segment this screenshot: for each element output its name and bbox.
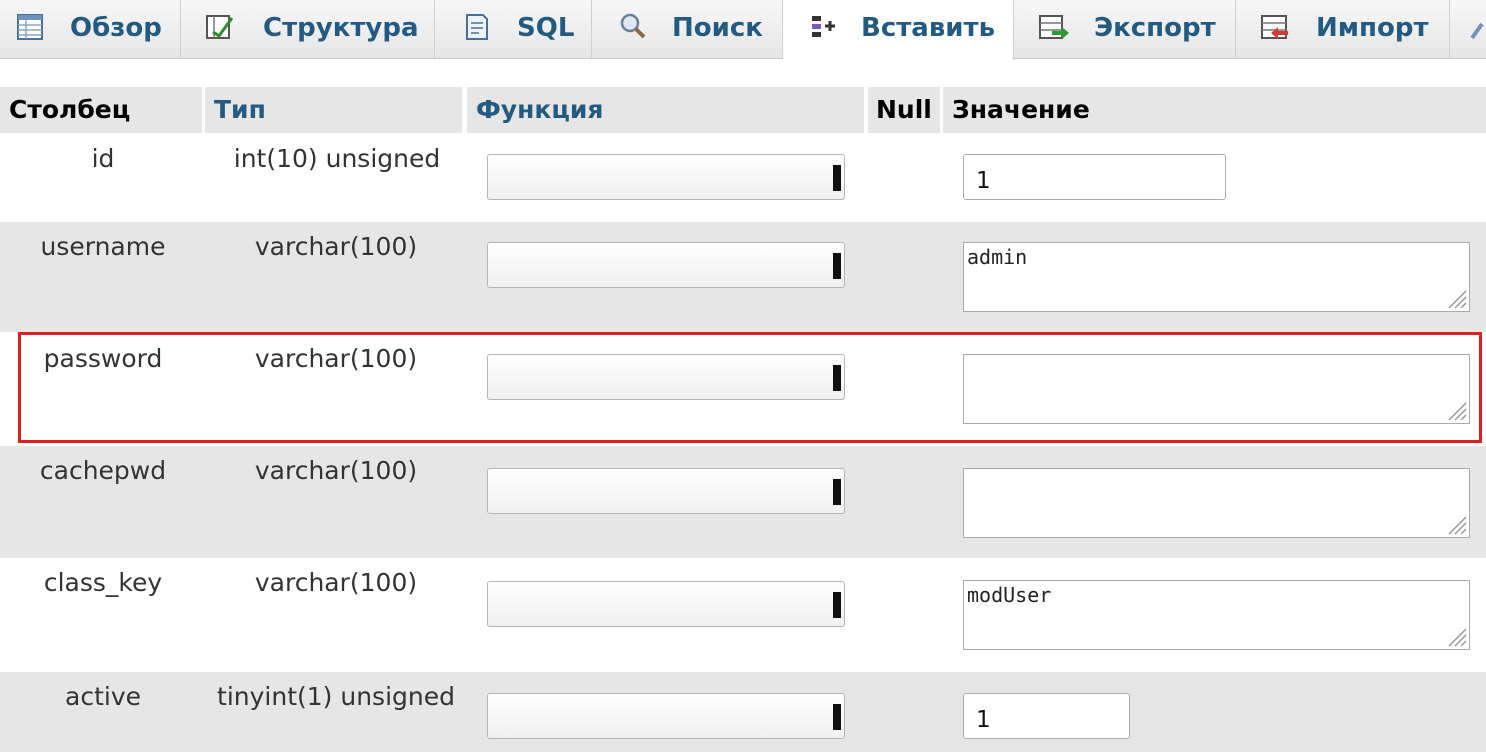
function-select[interactable] bbox=[487, 154, 845, 200]
chevron-down-icon bbox=[833, 704, 841, 730]
tab-search-label: Поиск bbox=[672, 13, 763, 43]
resize-grip-icon[interactable] bbox=[1445, 513, 1467, 535]
table-row: class_key varchar(100) modUser bbox=[0, 560, 1486, 670]
function-select[interactable] bbox=[487, 468, 845, 514]
column-type: varchar(100) bbox=[254, 568, 418, 597]
tab-more[interactable] bbox=[1450, 0, 1486, 58]
tab-sql[interactable]: SQL bbox=[435, 0, 592, 58]
tab-browse-label: Обзор bbox=[70, 13, 162, 43]
column-name: class_key bbox=[43, 568, 163, 597]
function-select[interactable] bbox=[487, 242, 845, 288]
header-function[interactable]: Функция bbox=[476, 95, 603, 124]
table-row: username varchar(100) admin bbox=[0, 222, 1486, 332]
column-name: username bbox=[40, 232, 166, 261]
structure-icon bbox=[205, 12, 234, 42]
tab-insert[interactable]: Вставить bbox=[783, 0, 1014, 60]
wrench-icon bbox=[1468, 12, 1486, 42]
chevron-down-icon bbox=[833, 479, 841, 505]
tab-structure-label: Структура bbox=[263, 13, 419, 43]
value-text: modUser bbox=[967, 583, 1052, 607]
header-null-cell: Null bbox=[868, 87, 940, 133]
column-name: id bbox=[91, 144, 115, 173]
value-textarea[interactable]: modUser bbox=[963, 580, 1470, 650]
tab-insert-label: Вставить bbox=[861, 13, 996, 43]
header-column: Столбец bbox=[9, 95, 131, 124]
header-column-cell: Столбец bbox=[0, 87, 202, 133]
tab-import-label: Импорт bbox=[1316, 13, 1429, 43]
value-textarea[interactable] bbox=[963, 468, 1470, 538]
insert-row-icon bbox=[809, 12, 837, 42]
column-name: active bbox=[65, 682, 141, 711]
column-type: varchar(100) bbox=[254, 232, 418, 261]
column-type: int(10) unsigned bbox=[233, 144, 441, 173]
tab-export-label: Экспорт bbox=[1094, 13, 1216, 43]
sql-document-icon bbox=[461, 12, 489, 42]
resize-grip-icon[interactable] bbox=[1445, 287, 1467, 309]
table-row: active tinyint(1) unsigned 1 bbox=[0, 672, 1486, 752]
header-function-cell: Функция bbox=[467, 87, 864, 133]
value-input[interactable]: 1 bbox=[963, 693, 1130, 739]
chevron-down-icon bbox=[833, 165, 841, 191]
value-input[interactable]: 1 bbox=[963, 154, 1226, 200]
table-row: id int(10) unsigned 1 bbox=[0, 134, 1486, 220]
tab-bar: Обзор Структура SQL Поиск Вставить Экспо… bbox=[0, 0, 1486, 60]
tab-search[interactable]: Поиск bbox=[592, 0, 783, 58]
tab-export[interactable]: Экспорт bbox=[1014, 0, 1236, 58]
import-icon bbox=[1260, 12, 1288, 42]
tab-structure[interactable]: Структура bbox=[181, 0, 435, 58]
header-type-cell: Тип bbox=[205, 87, 462, 133]
chevron-down-icon bbox=[833, 253, 841, 279]
tab-import[interactable]: Импорт bbox=[1236, 0, 1450, 58]
resize-grip-icon[interactable] bbox=[1445, 625, 1467, 647]
column-type: tinyint(1) unsigned bbox=[217, 682, 455, 711]
tab-sql-label: SQL bbox=[517, 13, 575, 43]
value-text: admin bbox=[967, 245, 1028, 269]
function-select[interactable] bbox=[487, 581, 845, 627]
password-row-highlight bbox=[18, 332, 1482, 443]
browse-table-icon bbox=[16, 12, 44, 42]
column-type: varchar(100) bbox=[254, 456, 418, 485]
header-value: Значение bbox=[952, 95, 1090, 124]
function-select[interactable] bbox=[487, 693, 845, 739]
value-textarea[interactable]: admin bbox=[963, 242, 1470, 312]
header-type[interactable]: Тип bbox=[214, 95, 266, 124]
tab-browse[interactable]: Обзор bbox=[0, 0, 181, 58]
column-name: cachepwd bbox=[39, 456, 167, 485]
export-icon bbox=[1038, 12, 1069, 42]
header-null: Null bbox=[876, 95, 932, 124]
header-value-cell: Значение bbox=[943, 87, 1486, 133]
chevron-down-icon bbox=[833, 592, 841, 618]
magnifier-icon bbox=[618, 12, 646, 42]
table-row: cachepwd varchar(100) bbox=[0, 446, 1486, 558]
